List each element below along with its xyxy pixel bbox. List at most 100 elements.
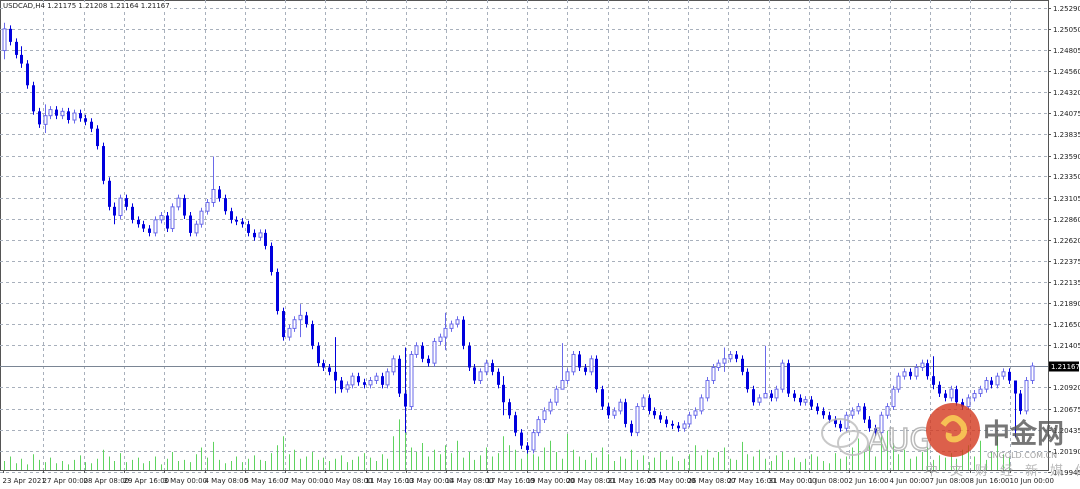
bullish-candle [1030, 362, 1035, 384]
candle-body [902, 371, 907, 377]
candle-body [966, 397, 971, 408]
candle-body [799, 397, 802, 403]
x-tick-label: 8 Jun 16:00 [970, 477, 1010, 485]
candle-body [374, 375, 379, 382]
bullish-candle [699, 394, 704, 415]
candle-body [282, 311, 285, 338]
candle-body [363, 382, 366, 385]
bearish-candle [32, 81, 35, 115]
candle-body [520, 432, 523, 446]
candle-body [491, 363, 494, 372]
candle-body [102, 146, 105, 181]
candle-body [891, 388, 896, 408]
candle-body [43, 115, 48, 125]
candle-body [770, 393, 773, 398]
candle-body [218, 189, 221, 199]
candle-body [1008, 371, 1011, 381]
candle-body [176, 197, 181, 208]
candle-body [473, 367, 476, 381]
candle-body [443, 327, 448, 338]
candle-body [514, 415, 517, 433]
candle-body [612, 410, 617, 416]
candle-body [258, 232, 263, 238]
candle-body [205, 202, 210, 212]
candle-body [305, 315, 308, 325]
candle-body [235, 219, 238, 222]
candle-body [839, 423, 842, 429]
candle-body [142, 224, 145, 229]
candle-body [995, 375, 1000, 386]
candle-body [432, 340, 437, 364]
y-tick-label: 1.20920 [1053, 384, 1080, 392]
candle-body [571, 353, 576, 373]
bullish-candle [536, 416, 541, 437]
bearish-candle [601, 385, 604, 411]
bearish-candle [276, 268, 279, 315]
price-chart[interactable]: 1.25290 1.25050 1.24805 1.24560 1.24320 1.240… [0, 0, 1080, 489]
candle-body [548, 401, 553, 412]
candle-body [682, 423, 687, 429]
symbol-label: USDCAD,H4 [3, 2, 45, 10]
candle-body [990, 380, 993, 385]
y-tick-label: 1.22860 [1053, 216, 1080, 224]
candle-body [224, 198, 227, 212]
candle-body [554, 388, 559, 403]
candle-body [648, 397, 651, 411]
candle-body [542, 410, 547, 421]
candle-body [850, 410, 855, 416]
candle-body [189, 215, 192, 233]
y-tick-label: 1.25290 [1053, 5, 1080, 13]
bearish-candle [595, 355, 598, 393]
candle-body [746, 371, 749, 390]
chart-title: USDCAD,H4 1.21175 1.21208 1.21164 1.2116… [3, 2, 170, 10]
bearish-candle [26, 60, 29, 89]
candle-body [449, 323, 454, 329]
candle-body [211, 188, 216, 204]
candle-body [96, 128, 99, 147]
candle-body [298, 314, 303, 321]
bullish-candle [432, 337, 437, 367]
bullish-candle [1024, 377, 1029, 415]
candle-body [20, 54, 23, 64]
candle-body [48, 109, 53, 117]
y-tick-label: 1.23590 [1053, 153, 1080, 161]
candle-body [32, 85, 35, 112]
candle-body [722, 358, 727, 364]
x-tick-label: 2 Jun 16:00 [849, 477, 889, 485]
y-tick-label: 1.22375 [1053, 258, 1080, 266]
candle-body [148, 228, 151, 233]
candle-body [624, 402, 627, 424]
x-tick-label: 4 Jun 00:00 [890, 477, 930, 485]
bullish-candle [896, 372, 901, 393]
candle-body [84, 118, 87, 122]
candle-body [741, 358, 744, 372]
candle-body [949, 388, 954, 399]
candle-body [618, 401, 623, 412]
candle-body [404, 393, 407, 407]
candle-body [287, 327, 292, 338]
candle-body [340, 380, 343, 390]
bearish-candle [183, 194, 186, 219]
candle-body [468, 345, 471, 368]
x-tick-label: 27 Apr 00:00 [43, 477, 89, 485]
candle-body [834, 419, 837, 424]
bearish-candle [270, 242, 273, 276]
candle-body [421, 345, 424, 359]
candle-body [926, 363, 929, 377]
candle-body [247, 224, 250, 233]
candle-body [863, 406, 866, 420]
candle-body [137, 219, 140, 225]
candle-body [909, 371, 912, 377]
candle-body [385, 371, 390, 386]
candle-body [914, 366, 919, 377]
bullish-candle [170, 203, 175, 233]
candle-body [984, 380, 989, 390]
candle-body [276, 271, 279, 312]
candle-body [2, 28, 7, 52]
candle-body [230, 211, 233, 220]
candle-body [944, 393, 947, 398]
candle-body [79, 113, 82, 119]
y-tick-label: 1.21890 [1053, 300, 1080, 308]
x-tick-label: 1 Jun 08:00 [809, 477, 849, 485]
bearish-candle [317, 342, 320, 367]
